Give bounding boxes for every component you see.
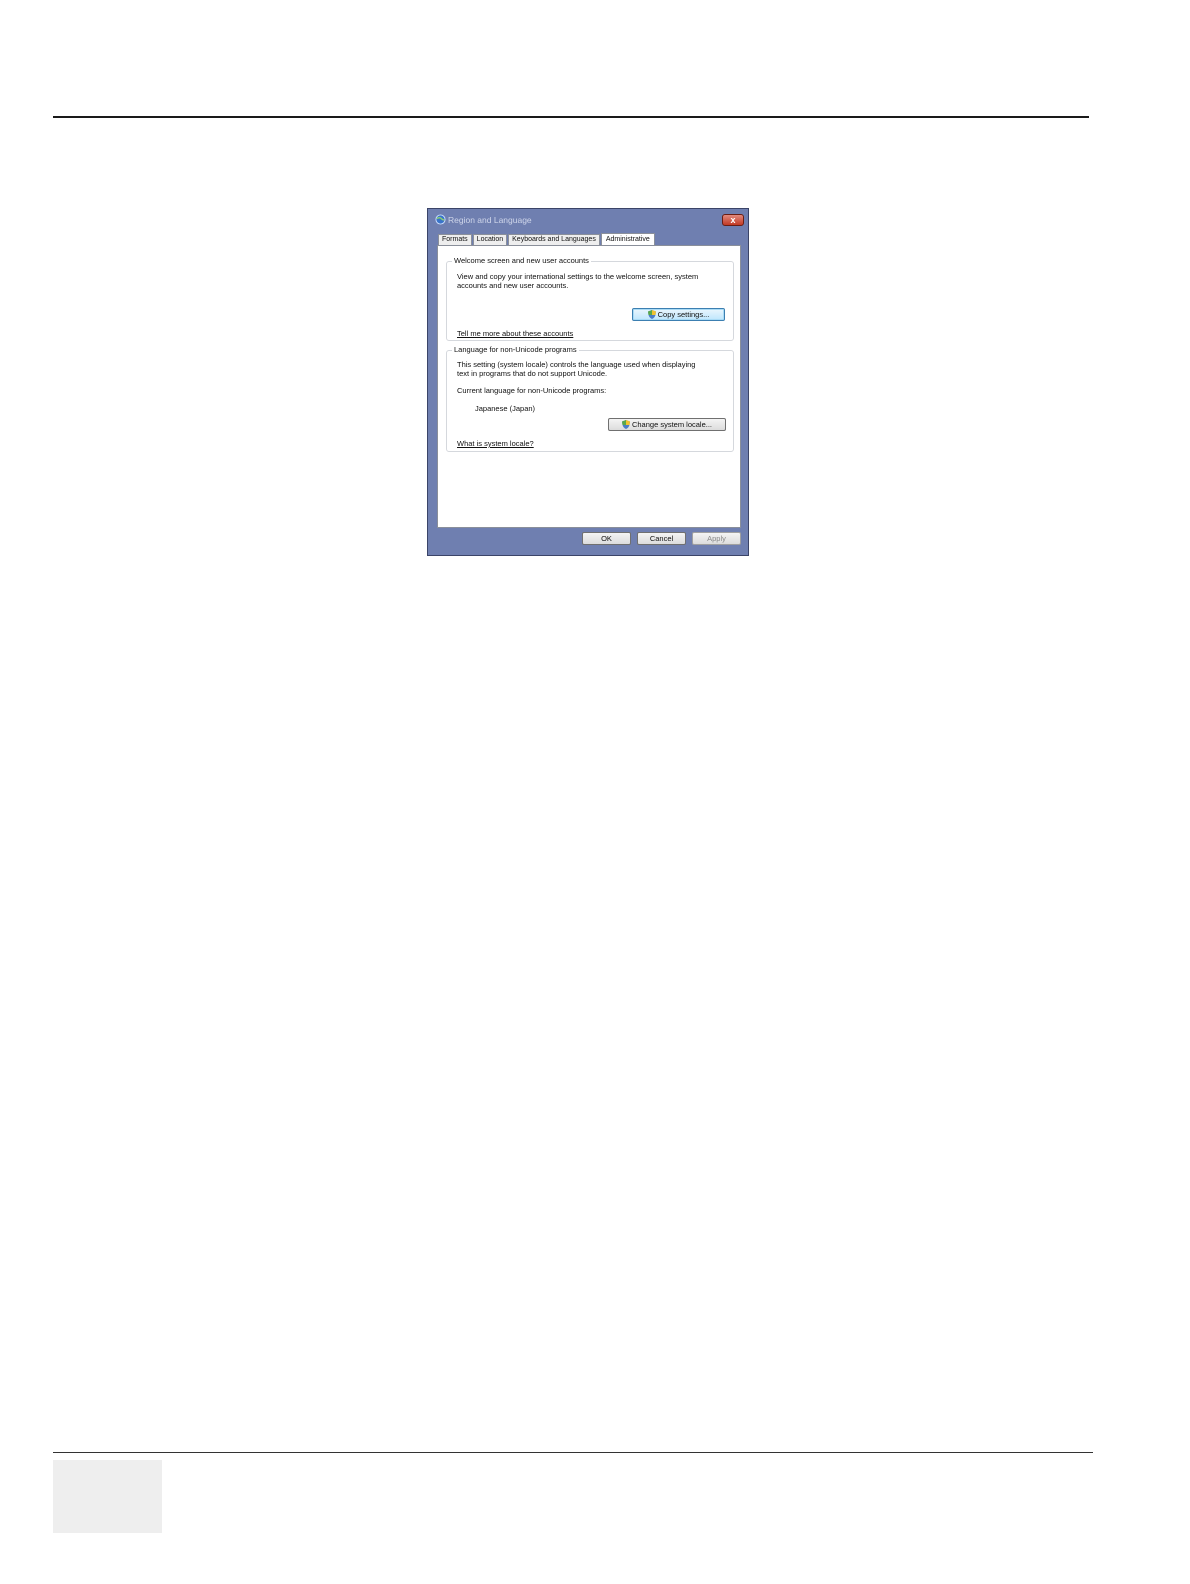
change-system-locale-button[interactable]: Change system locale...: [608, 418, 726, 431]
footer-rule: [53, 1452, 1093, 1453]
welcome-group-legend: Welcome screen and new user accounts: [452, 256, 591, 265]
window-title: Region and Language: [448, 215, 532, 225]
current-locale-value: Japanese (Japan): [475, 404, 536, 413]
uac-shield-icon: [647, 310, 656, 319]
locale-description-line2: text in programs that do not support Uni…: [457, 369, 608, 378]
ok-button[interactable]: OK: [582, 532, 631, 545]
copy-settings-button[interactable]: Copy settings...: [632, 308, 725, 321]
administrative-panel: Welcome screen and new user accounts Vie…: [437, 245, 741, 528]
current-locale-label: Current language for non-Unicode program…: [457, 386, 607, 395]
tab-location[interactable]: Location: [472, 234, 508, 245]
non-unicode-group: Language for non-Unicode programs This s…: [446, 345, 734, 452]
uac-shield-icon: [621, 420, 630, 429]
globe-icon: [435, 214, 446, 225]
apply-button[interactable]: Apply: [692, 532, 741, 545]
tab-formats[interactable]: Formats: [438, 234, 472, 245]
close-icon: x: [730, 215, 736, 225]
tab-keyboards-and-languages[interactable]: Keyboards and Languages: [508, 234, 600, 245]
locale-description-line1: This setting (system locale) controls th…: [457, 360, 696, 369]
region-language-dialog: Region and Language x Formats Location K…: [427, 208, 749, 556]
title-bar[interactable]: Region and Language x: [428, 209, 748, 229]
non-unicode-group-legend: Language for non-Unicode programs: [452, 345, 579, 354]
accounts-info-link[interactable]: Tell me more about these accounts: [457, 329, 573, 338]
close-button[interactable]: x: [722, 214, 744, 226]
welcome-screen-group: Welcome screen and new user accounts Vie…: [446, 256, 734, 341]
change-locale-label: Change system locale...: [631, 420, 713, 429]
footer-shaded-box: [53, 1460, 162, 1533]
welcome-description-line2: accounts and new user accounts.: [457, 281, 569, 290]
tab-bar: Formats Location Keyboards and Languages…: [438, 233, 656, 246]
cancel-button[interactable]: Cancel: [637, 532, 686, 545]
welcome-description-line1: View and copy your international setting…: [457, 272, 699, 281]
system-locale-info-link[interactable]: What is system locale?: [457, 439, 534, 448]
header-rule: [53, 116, 1089, 118]
copy-settings-label: Copy settings...: [657, 310, 710, 319]
